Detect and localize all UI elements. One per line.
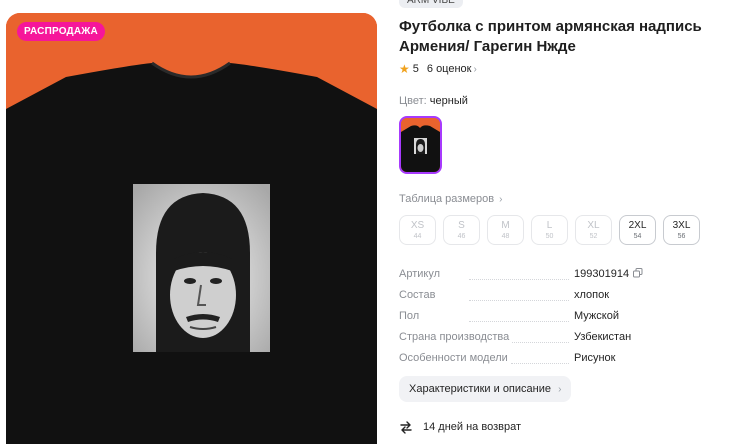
spec-value: Узбекистан [574, 331, 632, 343]
sale-badge: РАСПРОДАЖА [17, 22, 105, 41]
chevron-right-icon: › [558, 384, 562, 395]
rating-value: 5 [412, 63, 419, 75]
color-label-text: Цвет: [399, 95, 427, 107]
spec-key: Состав [399, 289, 439, 301]
specs-list: Артикул 199301914 Состав хлопок Пол Мужс… [399, 266, 744, 371]
spec-row-article: Артикул 199301914 [399, 266, 744, 287]
chevron-right-icon: › [473, 63, 477, 75]
spec-dots [511, 342, 569, 343]
details-button-label: Характеристики и описание [409, 383, 551, 395]
size-label: 2XL [628, 220, 647, 231]
spec-dots [469, 300, 569, 301]
spec-dots [511, 363, 569, 364]
tshirt-image [6, 13, 377, 444]
spec-row-features: Особенности модели Рисунок [399, 350, 744, 371]
returns-info[interactable]: 14 дней на возврат [399, 420, 521, 434]
size-label: XL [587, 220, 600, 231]
size-label: XS [410, 220, 425, 231]
size-label: M [501, 220, 510, 231]
size-number: 50 [545, 233, 554, 240]
size-option[interactable]: 3XL 56 [663, 215, 700, 245]
product-photo[interactable]: РАСПРОДАЖА [6, 13, 377, 444]
product-title: Футболка с принтом армянская надпись Арм… [399, 18, 702, 55]
size-selector: XS 44 S 46 M 48 L 50 XL 52 2XL 54 3XL 56 [399, 215, 700, 245]
size-option[interactable]: S 46 [443, 215, 480, 245]
return-arrows-icon [400, 421, 412, 434]
spec-row-gender: Пол Мужской [399, 308, 744, 329]
size-label: 3XL [672, 220, 691, 231]
size-number: 46 [457, 233, 466, 240]
product-info-panel: ARM VIBE Футболка с принтом армянская на… [399, 0, 744, 444]
spec-key: Страна производства [399, 331, 513, 343]
brand-label[interactable]: ARM VIBE [399, 0, 463, 8]
size-option[interactable]: 2XL 54 [619, 215, 656, 245]
spec-value: Мужской [574, 310, 619, 322]
color-thumbnail-black[interactable] [399, 116, 442, 174]
star-icon: ★ [399, 62, 410, 76]
size-table-link[interactable]: Таблица размеров › [399, 193, 503, 205]
size-option[interactable]: M 48 [487, 215, 524, 245]
portrait-print [133, 184, 270, 352]
spec-value: Рисунок [574, 352, 616, 364]
size-option[interactable]: L 50 [531, 215, 568, 245]
color-label: Цвет: черный [399, 95, 468, 107]
rating-row[interactable]: ★ 5 6 оценок › [399, 62, 477, 76]
size-number: 52 [589, 233, 598, 240]
size-table-label: Таблица размеров [399, 193, 495, 205]
size-label: L [546, 220, 553, 231]
article-number: 199301914 [574, 268, 630, 280]
size-option[interactable]: XS 44 [399, 215, 436, 245]
spec-key: Пол [399, 310, 423, 322]
spec-dots [469, 321, 569, 322]
reviews-link[interactable]: 6 оценок [427, 63, 472, 75]
copy-icon[interactable] [633, 268, 643, 278]
returns-label: 14 дней на возврат [423, 421, 521, 433]
spec-dots [469, 279, 569, 280]
size-number: 48 [501, 233, 510, 240]
spec-value: 199301914 [574, 268, 643, 280]
spec-key: Артикул [399, 268, 444, 280]
spec-row-composition: Состав хлопок [399, 287, 744, 308]
size-label: S [458, 220, 465, 231]
details-button[interactable]: Характеристики и описание › [399, 376, 572, 402]
color-value: черный [429, 95, 468, 107]
chevron-right-icon: › [499, 194, 503, 205]
size-number: 44 [413, 233, 422, 240]
size-option[interactable]: XL 52 [575, 215, 612, 245]
thumbnail-image [401, 118, 440, 172]
spec-value: хлопок [574, 289, 610, 301]
size-number: 56 [677, 233, 686, 240]
spec-row-country: Страна производства Узбекистан [399, 329, 744, 350]
spec-key: Особенности модели [399, 352, 511, 364]
size-number: 54 [633, 233, 642, 240]
